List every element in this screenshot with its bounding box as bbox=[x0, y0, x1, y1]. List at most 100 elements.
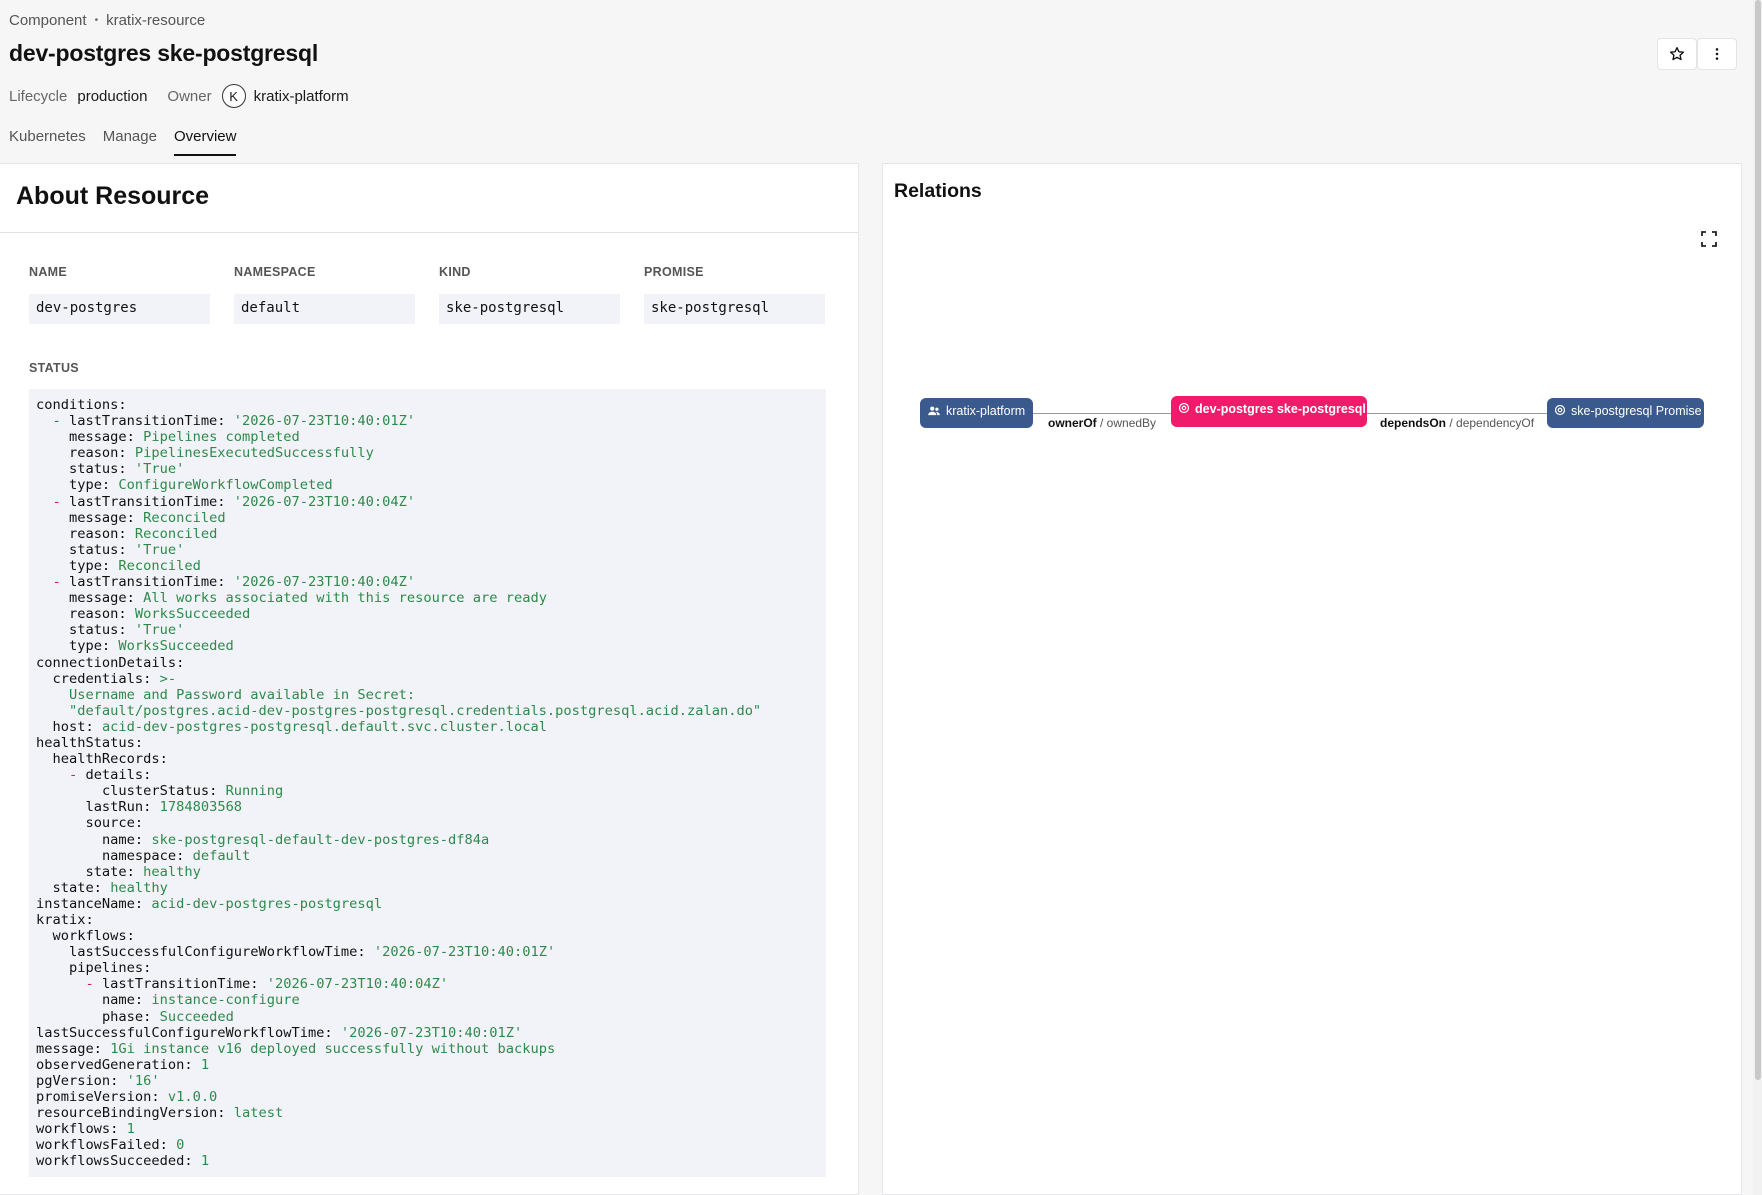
yaml-value: Pipelines completed bbox=[143, 429, 300, 446]
yaml-key: namespace: bbox=[101, 847, 185, 864]
relation-node-current[interactable]: dev-postgres ske-postgresql bbox=[1171, 396, 1367, 427]
yaml-value: Reconciled bbox=[118, 557, 201, 574]
yaml-line: workflowsSucceeded: 1 bbox=[36, 1153, 819, 1169]
yaml-key: lastRun: bbox=[85, 799, 152, 816]
name-label: NAME bbox=[29, 265, 68, 279]
yaml-key: workflows: bbox=[36, 1121, 119, 1138]
yaml-key: workflowsFailed: bbox=[36, 1137, 168, 1154]
yaml-line: state: healthy bbox=[36, 880, 819, 896]
yaml-value: '2026-07-23T10:40:04Z' bbox=[233, 574, 416, 591]
yaml-value: Reconciled bbox=[134, 525, 218, 542]
tab-kubernetes[interactable]: Kubernetes bbox=[9, 128, 86, 156]
yaml-key: conditions: bbox=[36, 397, 127, 413]
group-icon bbox=[927, 404, 941, 418]
edge-label-owner-secondary: / ownedBy bbox=[1100, 416, 1157, 430]
kebab-menu-icon bbox=[1715, 48, 1719, 60]
relation-node-owner-label: kratix-platform bbox=[946, 404, 1026, 418]
yaml-value: 1 bbox=[126, 1121, 135, 1138]
component-icon bbox=[1554, 404, 1566, 416]
yaml-line: source: bbox=[36, 815, 819, 831]
yaml-line: - lastTransitionTime: '2026-07-23T10:40:… bbox=[36, 494, 819, 510]
yaml-line: - lastTransitionTime: '2026-07-23T10:40:… bbox=[36, 976, 819, 992]
yaml-value: ConfigureWorkflowCompleted bbox=[118, 477, 333, 494]
yaml-line: namespace: default bbox=[36, 848, 819, 864]
yaml-line: name: ske-postgresql-default-dev-postgre… bbox=[36, 832, 819, 848]
yaml-key: details: bbox=[85, 767, 152, 784]
yaml-line: message: Pipelines completed bbox=[36, 429, 819, 445]
yaml-key: reason: bbox=[68, 525, 127, 542]
yaml-key: healthRecords: bbox=[52, 751, 168, 768]
yaml-key: name: bbox=[101, 831, 144, 848]
yaml-key: connectionDetails: bbox=[36, 654, 185, 671]
yaml-line: status: 'True' bbox=[36, 461, 819, 477]
yaml-key: reason: bbox=[68, 606, 127, 623]
yaml-value: "default/postgres.acid-dev-postgres-post… bbox=[68, 702, 762, 719]
status-yaml-block: conditions: - lastTransitionTime: '2026-… bbox=[29, 389, 826, 1177]
favorite-button[interactable] bbox=[1657, 38, 1697, 70]
yaml-key: resourceBindingVersion: bbox=[36, 1105, 226, 1122]
owner-avatar[interactable]: K bbox=[221, 84, 246, 108]
yaml-value: acid-dev-postgres-postgresql.default.svc… bbox=[101, 718, 547, 735]
yaml-value: instance-configure bbox=[151, 992, 300, 1009]
yaml-list-dash: - bbox=[52, 493, 69, 510]
yaml-value: 1Gi instance v16 deployed successfully w… bbox=[110, 1040, 556, 1057]
yaml-key: clusterStatus: bbox=[101, 783, 218, 800]
relation-node-owner[interactable]: kratix-platform bbox=[920, 398, 1033, 428]
yaml-line: name: instance-configure bbox=[36, 992, 819, 1008]
lifecycle-value: production bbox=[77, 87, 148, 105]
more-options-button[interactable] bbox=[1697, 38, 1737, 70]
yaml-key: state: bbox=[85, 863, 135, 880]
yaml-value: '2026-07-23T10:40:04Z' bbox=[233, 493, 416, 510]
relations-card: Relations kratix-platform dev-postgres s… bbox=[882, 163, 1742, 1195]
yaml-key: status: bbox=[68, 622, 127, 639]
page-scrollbar-thumb[interactable] bbox=[1755, 0, 1761, 1080]
yaml-key: message: bbox=[68, 429, 135, 446]
edge-line-depends bbox=[1367, 413, 1547, 414]
fullscreen-icon[interactable] bbox=[1700, 230, 1718, 248]
tab-manage[interactable]: Manage bbox=[103, 128, 157, 156]
yaml-line: observedGeneration: 1 bbox=[36, 1057, 819, 1073]
yaml-line: pipelines: bbox=[36, 960, 819, 976]
yaml-line: workflows: 1 bbox=[36, 1121, 819, 1137]
yaml-line: lastSuccessfulConfigureWorkflowTime: '20… bbox=[36, 944, 819, 960]
relation-node-promise[interactable]: ske-postgresql Promise bbox=[1547, 398, 1704, 428]
yaml-line: Username and Password available in Secre… bbox=[36, 687, 819, 703]
entity-tabs: Kubernetes Manage Overview bbox=[9, 128, 253, 156]
yaml-line: - details: bbox=[36, 767, 819, 783]
yaml-line: - lastTransitionTime: '2026-07-23T10:40:… bbox=[36, 413, 819, 429]
yaml-line: phase: Succeeded bbox=[36, 1009, 819, 1025]
tab-overview[interactable]: Overview bbox=[173, 128, 237, 156]
edge-label-owner-primary: ownerOf bbox=[1048, 416, 1097, 430]
yaml-value: 'True' bbox=[134, 461, 185, 478]
yaml-value: '16' bbox=[126, 1072, 160, 1089]
yaml-line: clusterStatus: Running bbox=[36, 783, 819, 799]
yaml-line: type: ConfigureWorkflowCompleted bbox=[36, 477, 819, 493]
yaml-line: credentials: >- bbox=[36, 671, 819, 687]
yaml-line: reason: WorksSucceeded bbox=[36, 606, 819, 622]
yaml-key: host: bbox=[52, 718, 94, 735]
yaml-key: kratix: bbox=[36, 912, 94, 928]
owner-link[interactable]: kratix-platform bbox=[254, 88, 349, 105]
yaml-list-dash: - bbox=[68, 767, 86, 784]
yaml-line: lastSuccessfulConfigureWorkflowTime: '20… bbox=[36, 1025, 819, 1041]
breadcrumb-type: kratix-resource bbox=[106, 12, 206, 29]
yaml-value: >- bbox=[159, 670, 177, 687]
about-resource-card: About Resource NAME NAMESPACE KIND PROMI… bbox=[0, 163, 859, 1195]
yaml-key: name: bbox=[101, 992, 144, 1009]
yaml-value: '2026-07-23T10:40:04Z' bbox=[266, 976, 449, 993]
yaml-key: lastSuccessfulConfigureWorkflowTime: bbox=[68, 944, 366, 961]
yaml-line: state: healthy bbox=[36, 864, 819, 880]
yaml-line: healthStatus: bbox=[36, 735, 819, 751]
yaml-value: Running bbox=[225, 783, 284, 800]
namespace-value: default bbox=[234, 294, 415, 324]
yaml-key: lastTransitionTime: bbox=[68, 493, 226, 510]
yaml-line: reason: Reconciled bbox=[36, 526, 819, 542]
yaml-value: 0 bbox=[176, 1137, 185, 1154]
kind-label: KIND bbox=[439, 265, 471, 279]
yaml-value: All works associated with this resource … bbox=[143, 590, 547, 607]
yaml-value: 'True' bbox=[134, 622, 185, 639]
yaml-line: status: 'True' bbox=[36, 622, 819, 638]
yaml-line: type: WorksSucceeded bbox=[36, 638, 819, 654]
yaml-line: pgVersion: '16' bbox=[36, 1073, 819, 1089]
yaml-value: WorksSucceeded bbox=[134, 606, 251, 623]
